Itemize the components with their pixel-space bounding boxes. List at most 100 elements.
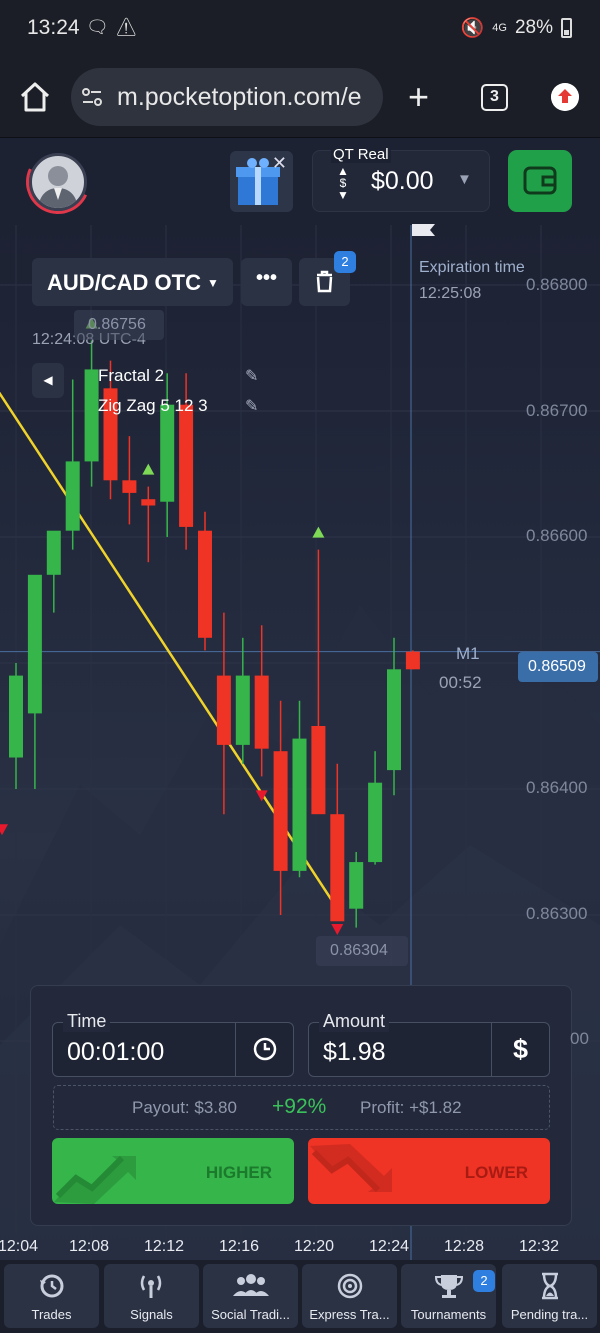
status-time: 13:24 (27, 16, 80, 39)
currency-button[interactable]: $ (491, 1023, 549, 1076)
edit-indicator-icon[interactable]: ✎ (245, 366, 258, 386)
candle-body (368, 782, 383, 863)
avatar[interactable] (29, 153, 87, 211)
low-price-label: 0.86304 (316, 936, 408, 966)
nav-express-trading[interactable]: Express Tra... (302, 1264, 397, 1328)
history-icon (40, 1274, 64, 1298)
users-icon (233, 1274, 269, 1296)
lower-button[interactable]: LOWER (308, 1138, 550, 1204)
candle-bullish (84, 340, 99, 487)
close-icon[interactable]: ✕ (272, 153, 287, 174)
time-field-label: Time (63, 1011, 111, 1032)
site-settings-icon[interactable] (79, 84, 105, 110)
candle-body (235, 675, 250, 745)
time-tick: 12:16 (219, 1238, 260, 1255)
candle-body (273, 751, 288, 871)
candle-body (330, 814, 345, 922)
trend-up-icon (54, 1155, 136, 1204)
payout-amount: Payout: $3.80 (132, 1098, 237, 1117)
trade-panel: Time 00:01:00 Amount $1.98 $ Payout: $3.… (30, 985, 572, 1226)
candle-bearish (141, 486, 156, 563)
new-tab-icon[interactable]: + (408, 79, 429, 115)
address-bar[interactable]: m.pocketoption.com/e (71, 68, 383, 126)
tab-switcher-button[interactable]: 3 (481, 84, 508, 111)
time-tick: 12:20 (294, 1238, 335, 1255)
candle-body (179, 404, 194, 527)
price-tick: 0.86800 (526, 275, 588, 294)
candle-body (349, 862, 364, 909)
balance-selector[interactable]: QT Real ▲ $ ▼ $0.00 ▼ (312, 146, 490, 212)
amount-field-value: $1.98 (323, 1038, 386, 1066)
nav-pending-trades[interactable]: Pending tra... (502, 1264, 597, 1328)
wallet-button[interactable] (508, 150, 572, 212)
time-tick: 12:24 (369, 1238, 410, 1255)
nav-trades[interactable]: Trades (4, 1264, 99, 1328)
candle-body (311, 726, 326, 815)
candle-bullish (46, 530, 61, 613)
indicator-label[interactable]: Zig Zag 5 12 3 (98, 396, 208, 416)
nav-social-trading[interactable]: Social Tradi... (203, 1264, 298, 1328)
candle-bullish (27, 574, 42, 789)
candle-body (122, 480, 137, 493)
nav-label: Pending tra... (510, 1307, 589, 1322)
home-icon[interactable] (18, 80, 52, 114)
user-icon (38, 166, 78, 208)
candle-bullish (9, 663, 23, 789)
price-tick: 0.86600 (526, 526, 588, 545)
nav-signals[interactable]: Signals (104, 1264, 199, 1328)
candle-body (216, 675, 231, 745)
expiration-flag-icon (412, 222, 435, 242)
candle-bullish (65, 379, 80, 550)
candle-body (254, 675, 269, 749)
update-icon[interactable] (551, 83, 579, 111)
higher-button[interactable]: HIGHER (52, 1138, 294, 1204)
candle-body (141, 499, 156, 506)
candle-bearish (405, 650, 420, 670)
time-tick: 12:32 (519, 1238, 560, 1255)
amount-field-label: Amount (319, 1011, 390, 1032)
mute-icon: 🔇 (460, 18, 485, 39)
amount-field[interactable]: Amount $1.98 $ (308, 1011, 550, 1077)
price-tick: 0.86700 (526, 401, 588, 420)
candle-body (292, 738, 307, 871)
time-field[interactable]: Time 00:01:00 (52, 1011, 294, 1077)
trend-down-icon (310, 1144, 392, 1193)
switch-account-icon: ▲ $ ▼ (337, 164, 349, 202)
candle-body (387, 669, 401, 771)
network-label: 4G (492, 22, 507, 34)
candle-body (198, 530, 212, 638)
expiration-time: 12:25:08 (419, 285, 482, 302)
profit-amount: Profit: +$1.82 (360, 1098, 462, 1117)
promo-gift-button[interactable]: ✕ (230, 151, 293, 212)
nav-label: Trades (31, 1307, 72, 1322)
indicator-count-badge: 2 (334, 251, 356, 273)
candle-body (9, 675, 23, 758)
time-tick: 12:28 (444, 1238, 485, 1255)
chart-settings-button[interactable]: ••• (241, 258, 292, 306)
edit-indicator-icon[interactable]: ✎ (245, 396, 258, 416)
asset-selector[interactable]: AUD/CAD OTC ▼ (32, 258, 233, 306)
tournaments-badge: 2 (473, 1270, 495, 1292)
lower-label: LOWER (464, 1163, 528, 1182)
higher-label: HIGHER (205, 1163, 272, 1182)
app-header: ✕ QT Real ▲ $ ▼ $0.00 ▼ (0, 139, 600, 225)
wallet-icon (523, 166, 557, 195)
hourglass-icon (542, 1272, 558, 1300)
time-tick: 12:12 (144, 1238, 185, 1255)
indicator-label[interactable]: Fractal 2 (98, 366, 164, 386)
candle-countdown: 00:52 (439, 673, 482, 692)
target-icon (337, 1273, 363, 1299)
candle-bullish (235, 637, 250, 764)
bottom-nav: Trades Signals Social Tradi... Express T… (0, 1260, 600, 1333)
time-axis: 12:04 12:08 12:12 12:16 12:20 12:24 12:2… (0, 1233, 600, 1263)
signal-icon (140, 1275, 162, 1298)
fractal-up-marker (142, 463, 155, 475)
payout-percent: +92% (272, 1095, 327, 1118)
balance-amount: $0.00 (371, 167, 434, 195)
battery-icon (561, 18, 572, 38)
time-picker-button[interactable] (235, 1023, 293, 1076)
fractal-down-marker (0, 824, 8, 836)
collapse-indicators-button[interactable]: ◀ (32, 363, 64, 398)
account-type-label: QT Real (331, 146, 391, 163)
chevron-down-icon: ▼ (457, 171, 472, 188)
